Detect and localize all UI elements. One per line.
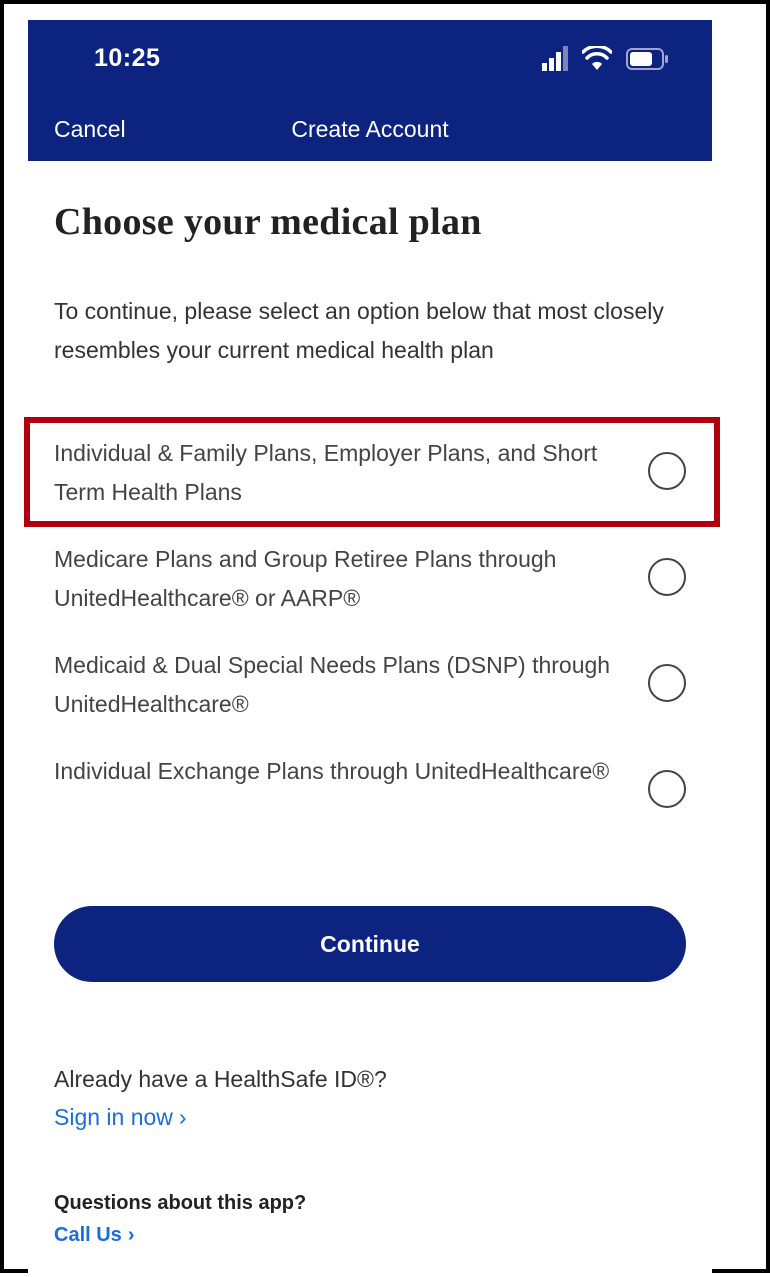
plan-option-label: Medicare Plans and Group Retiree Plans t… bbox=[54, 546, 557, 611]
radio-button[interactable] bbox=[648, 664, 686, 702]
radio-button[interactable] bbox=[648, 558, 686, 596]
wifi-icon bbox=[582, 46, 612, 70]
plan-option-exchange[interactable]: Individual Exchange Plans through United… bbox=[28, 752, 712, 850]
header-title: Create Account bbox=[291, 116, 449, 142]
status-icons bbox=[542, 46, 672, 74]
call-us-link[interactable]: Call Us › bbox=[54, 1224, 134, 1247]
plan-option-label: Individual Exchange Plans through United… bbox=[54, 758, 610, 784]
radio-button[interactable] bbox=[648, 452, 686, 490]
plan-option-individual-family[interactable]: Individual & Family Plans, Employer Plan… bbox=[28, 434, 712, 532]
plan-option-label: Medicaid & Dual Special Needs Plans (DSN… bbox=[54, 652, 611, 717]
phone-screen: 10:25 Cancel Create Account Choose your … bbox=[28, 20, 712, 1277]
plan-option-medicare[interactable]: Medicare Plans and Group Retiree Plans t… bbox=[28, 540, 712, 638]
page-title: Choose your medical plan bbox=[54, 201, 482, 243]
sign-in-link[interactable]: Sign in now › bbox=[54, 1104, 187, 1131]
screenshot-frame: 10:25 Cancel Create Account Choose your … bbox=[0, 0, 770, 1277]
questions-heading: Questions about this app? bbox=[54, 1192, 307, 1214]
chevron-right-icon: › bbox=[178, 1104, 187, 1130]
call-us-label: Call Us bbox=[54, 1224, 122, 1246]
app-header: 10:25 Cancel Create Account bbox=[28, 20, 712, 161]
sign-in-label: Sign in now bbox=[54, 1104, 173, 1130]
continue-button[interactable]: Continue bbox=[54, 906, 686, 982]
plan-option-label: Individual & Family Plans, Employer Plan… bbox=[54, 440, 598, 505]
radio-button[interactable] bbox=[648, 770, 686, 808]
status-time: 10:25 bbox=[94, 44, 161, 72]
plan-option-medicaid[interactable]: Medicaid & Dual Special Needs Plans (DSN… bbox=[28, 646, 712, 744]
chevron-right-icon: › bbox=[127, 1224, 135, 1246]
signal-icon bbox=[542, 46, 568, 71]
instructions-text: To continue, please select an option bel… bbox=[54, 298, 664, 363]
battery-icon bbox=[626, 48, 668, 70]
healthsafe-question: Already have a HealthSafe ID®? bbox=[54, 1066, 387, 1092]
